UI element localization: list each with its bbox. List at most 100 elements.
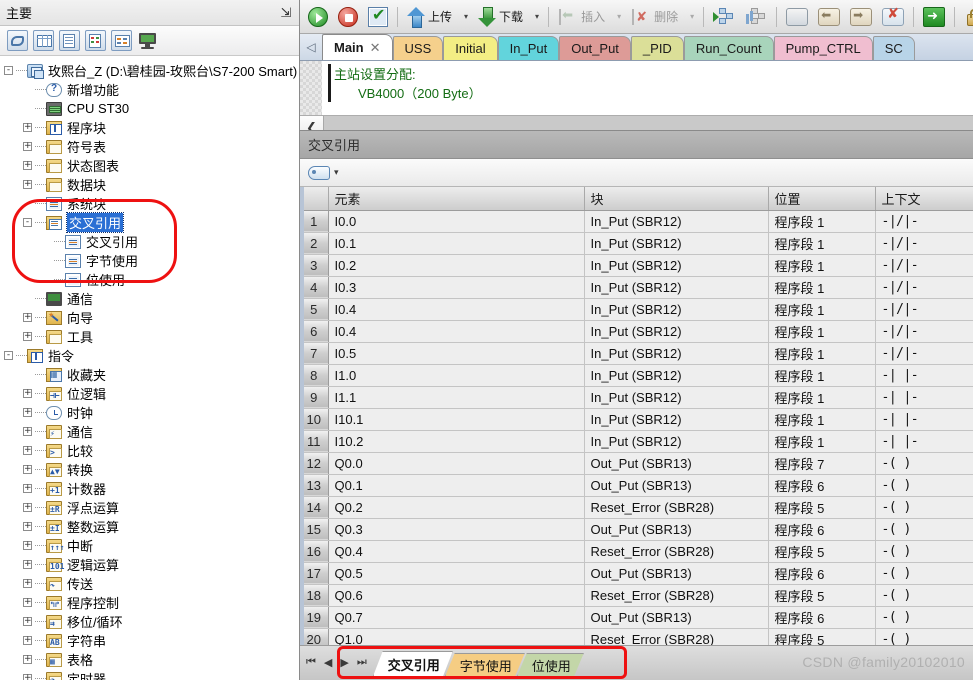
table-row[interactable]: 3I0.2In_Put (SBR12)程序段 1-|/|- [300, 254, 973, 276]
tab-pump-ctrl[interactable]: Pump_CTRL [774, 36, 873, 60]
document-icon[interactable] [59, 30, 80, 51]
cell-rownum[interactable]: 13 [300, 474, 328, 496]
tree-item-move[interactable]: +↷传送 [4, 574, 299, 593]
expand-icon[interactable]: + [23, 617, 32, 626]
expand-icon[interactable]: + [23, 313, 32, 322]
column-header-element[interactable]: 元素 [328, 187, 584, 210]
tree-item-system-block[interactable]: 系统块 [4, 194, 299, 213]
compile-block-button[interactable] [741, 3, 771, 31]
cell-rownum[interactable]: 6 [300, 320, 328, 342]
plc-monitor-icon[interactable] [137, 30, 158, 51]
tag-filter-icon[interactable] [308, 165, 330, 180]
expand-icon[interactable]: + [23, 389, 32, 398]
expand-icon[interactable]: + [23, 522, 32, 531]
tree-item-counter[interactable]: ++1计数器 [4, 479, 299, 498]
cell-rownum[interactable]: 11 [300, 430, 328, 452]
prev-record-button[interactable]: ◀ [324, 656, 332, 669]
cell-rownum[interactable]: 12 [300, 452, 328, 474]
tree-item-program-block[interactable]: +程序块 [4, 118, 299, 137]
expand-icon[interactable]: + [23, 560, 32, 569]
tree-item-status-chart[interactable]: +状态图表 [4, 156, 299, 175]
cell-rownum[interactable]: 3 [300, 254, 328, 276]
tree-item-favorites[interactable]: 收藏夹 [4, 365, 299, 384]
table-row[interactable]: 2I0.1In_Put (SBR12)程序段 1-|/|- [300, 232, 973, 254]
cell-rownum[interactable]: 16 [300, 540, 328, 562]
table-icon[interactable] [33, 30, 54, 51]
table-row[interactable]: 15Q0.3Out_Put (SBR13)程序段 6-( ) [300, 518, 973, 540]
compile-button[interactable] [364, 3, 392, 31]
table-row[interactable]: 5I0.4In_Put (SBR12)程序段 1-|/|- [300, 298, 973, 320]
tab-initial[interactable]: Initial [443, 36, 497, 60]
collapse-icon[interactable]: - [4, 66, 13, 75]
record-navigation[interactable]: ⏮ ◀ ▶ ⏭ [300, 645, 373, 680]
next-record-button[interactable]: ▶ [340, 656, 348, 669]
run-button[interactable] [304, 3, 332, 31]
redo-button[interactable] [846, 3, 876, 31]
table-row[interactable]: 16Q0.4Reset_Error (SBR28)程序段 5-( ) [300, 540, 973, 562]
table-row[interactable]: 1I0.0In_Put (SBR12)程序段 1-|/|- [300, 210, 973, 232]
window-icon[interactable] [7, 30, 28, 51]
upload-dropdown[interactable]: ▾ [458, 3, 472, 31]
table-row[interactable]: 19Q0.7Out_Put (SBR13)程序段 6-( ) [300, 606, 973, 628]
collapse-icon[interactable]: - [23, 218, 32, 227]
table-row[interactable]: 11I10.2In_Put (SBR12)程序段 1-| |- [300, 430, 973, 452]
tree-item-timer[interactable]: +◔定时器 [4, 669, 299, 680]
tree-item-symbol-table[interactable]: +符号表 [4, 137, 299, 156]
tree-item-instructions[interactable]: -指令 [4, 346, 299, 365]
tab-main[interactable]: Main✕ [322, 34, 393, 60]
expand-icon[interactable]: + [23, 427, 32, 436]
tab-uss[interactable]: USS [393, 36, 444, 60]
tree-item-xref-byte-usage[interactable]: 字节使用 [4, 251, 299, 270]
new-button[interactable] [782, 3, 812, 31]
cell-rownum[interactable]: 17 [300, 562, 328, 584]
bottom-tab-byte-usage[interactable]: 字节使用 [445, 653, 525, 677]
last-record-button[interactable]: ⏭ [357, 656, 367, 669]
tree-item-table[interactable]: +▦表格 [4, 650, 299, 669]
cell-rownum[interactable]: 8 [300, 364, 328, 386]
tree-item-new-features[interactable]: 新增功能 [4, 80, 299, 99]
table-row[interactable]: 17Q0.5Out_Put (SBR13)程序段 6-( ) [300, 562, 973, 584]
delete-dropdown[interactable]: ▾ [684, 3, 698, 31]
editor-body[interactable]: 主站设置分配: VB4000（200 Byte） [322, 61, 973, 115]
cut-button[interactable] [878, 3, 908, 31]
table-row[interactable]: 7I0.5In_Put (SBR12)程序段 1-|/|- [300, 342, 973, 364]
project-tree[interactable]: -玫熙台_Z (D:\碧桂园-玫熙台\S7-200 Smart)新增功能CPU … [0, 56, 299, 680]
tab-scroll-left-button[interactable]: ◁ [300, 34, 322, 60]
tree-item-wizard[interactable]: +向导 [4, 308, 299, 327]
tree-item-bit-logic[interactable]: +⊣⊢位逻辑 [4, 384, 299, 403]
tab-pid[interactable]: _PID [631, 36, 684, 60]
cell-rownum[interactable]: 4 [300, 276, 328, 298]
compile-all-button[interactable] [709, 3, 739, 31]
tab-in-put[interactable]: In_Put [498, 36, 560, 60]
cell-rownum[interactable]: 2 [300, 232, 328, 254]
first-record-button[interactable]: ⏮ [306, 656, 316, 669]
cell-rownum[interactable]: 14 [300, 496, 328, 518]
expand-icon[interactable]: + [23, 674, 32, 680]
table-row[interactable]: 18Q0.6Reset_Error (SBR28)程序段 5-( ) [300, 584, 973, 606]
tree-item-project[interactable]: -玫熙台_Z (D:\碧桂园-玫熙台\S7-200 Smart) [4, 61, 299, 80]
expand-icon[interactable]: + [23, 465, 32, 474]
insert-button[interactable]: 插入 [554, 3, 609, 31]
undo-button[interactable] [814, 3, 844, 31]
go-button[interactable] [919, 3, 949, 31]
expand-icon[interactable]: + [23, 579, 32, 588]
tree-item-xref-bit-usage[interactable]: 位使用 [4, 270, 299, 289]
expand-icon[interactable]: + [23, 636, 32, 645]
tree-item-communication[interactable]: 通信 [4, 289, 299, 308]
delete-button[interactable]: 删除 [627, 3, 682, 31]
tree-item-xref-cross-reference[interactable]: 交叉引用 [4, 232, 299, 251]
download-dropdown[interactable]: ▾ [529, 3, 543, 31]
column-header-location[interactable]: 位置 [768, 187, 875, 210]
tree-item-string[interactable]: +AB字符串 [4, 631, 299, 650]
cell-rownum[interactable]: 10 [300, 408, 328, 430]
tree-item-clock[interactable]: +时钟 [4, 403, 299, 422]
table-row[interactable]: 12Q0.0Out_Put (SBR13)程序段 7-( ) [300, 452, 973, 474]
collapse-icon[interactable]: - [4, 351, 13, 360]
tree-item-float-math[interactable]: +±R浮点运算 [4, 498, 299, 517]
table-row[interactable]: 14Q0.2Reset_Error (SBR28)程序段 5-( ) [300, 496, 973, 518]
table-row[interactable]: 10I10.1In_Put (SBR12)程序段 1-| |- [300, 408, 973, 430]
cell-rownum[interactable]: 1 [300, 210, 328, 232]
tree-item-cross-reference[interactable]: -交叉引用 [4, 213, 299, 232]
tree-item-integer-math[interactable]: +±I整数运算 [4, 517, 299, 536]
table-row[interactable]: 4I0.3In_Put (SBR12)程序段 1-|/|- [300, 276, 973, 298]
